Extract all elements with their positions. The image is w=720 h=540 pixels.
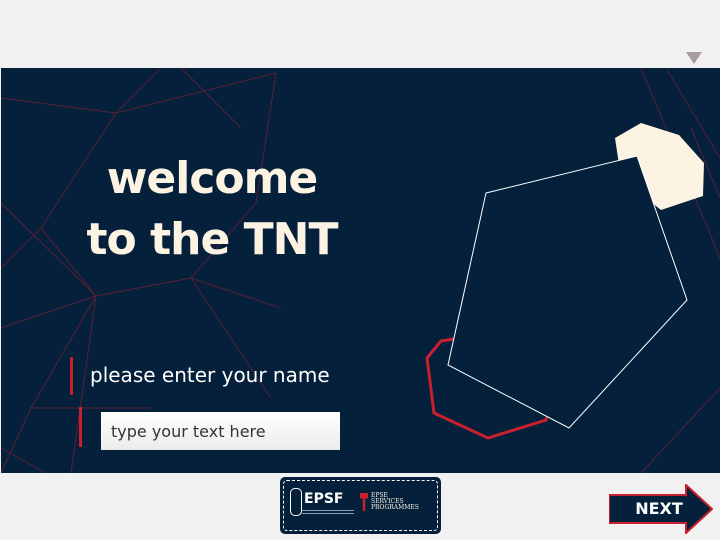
- next-button[interactable]: NEXT: [609, 484, 713, 534]
- welcome-title-line-2: to the TNT: [86, 214, 339, 265]
- next-button-label: NEXT: [635, 499, 683, 518]
- welcome-title: welcome to the TNT: [62, 148, 362, 270]
- input-accent-bar: [79, 407, 82, 447]
- footer-logo-badge: EPSF EPSE SERVICES PROGRAMMES: [280, 477, 441, 534]
- white-pentagon-outline: [447, 155, 688, 429]
- epsf-logo-text: EPSF: [304, 491, 344, 507]
- welcome-title-line-1: welcome: [106, 153, 319, 204]
- epsf-logo-underline: [302, 510, 354, 514]
- epsf-emblem-icon: [290, 488, 302, 516]
- partner-logo-text: EPSE SERVICES PROGRAMMES: [371, 492, 419, 511]
- name-input[interactable]: [101, 412, 340, 450]
- name-prompt-label: please enter your name: [90, 363, 330, 387]
- menu-toggle-icon[interactable]: [686, 52, 702, 64]
- prompt-accent-bar: [70, 357, 73, 395]
